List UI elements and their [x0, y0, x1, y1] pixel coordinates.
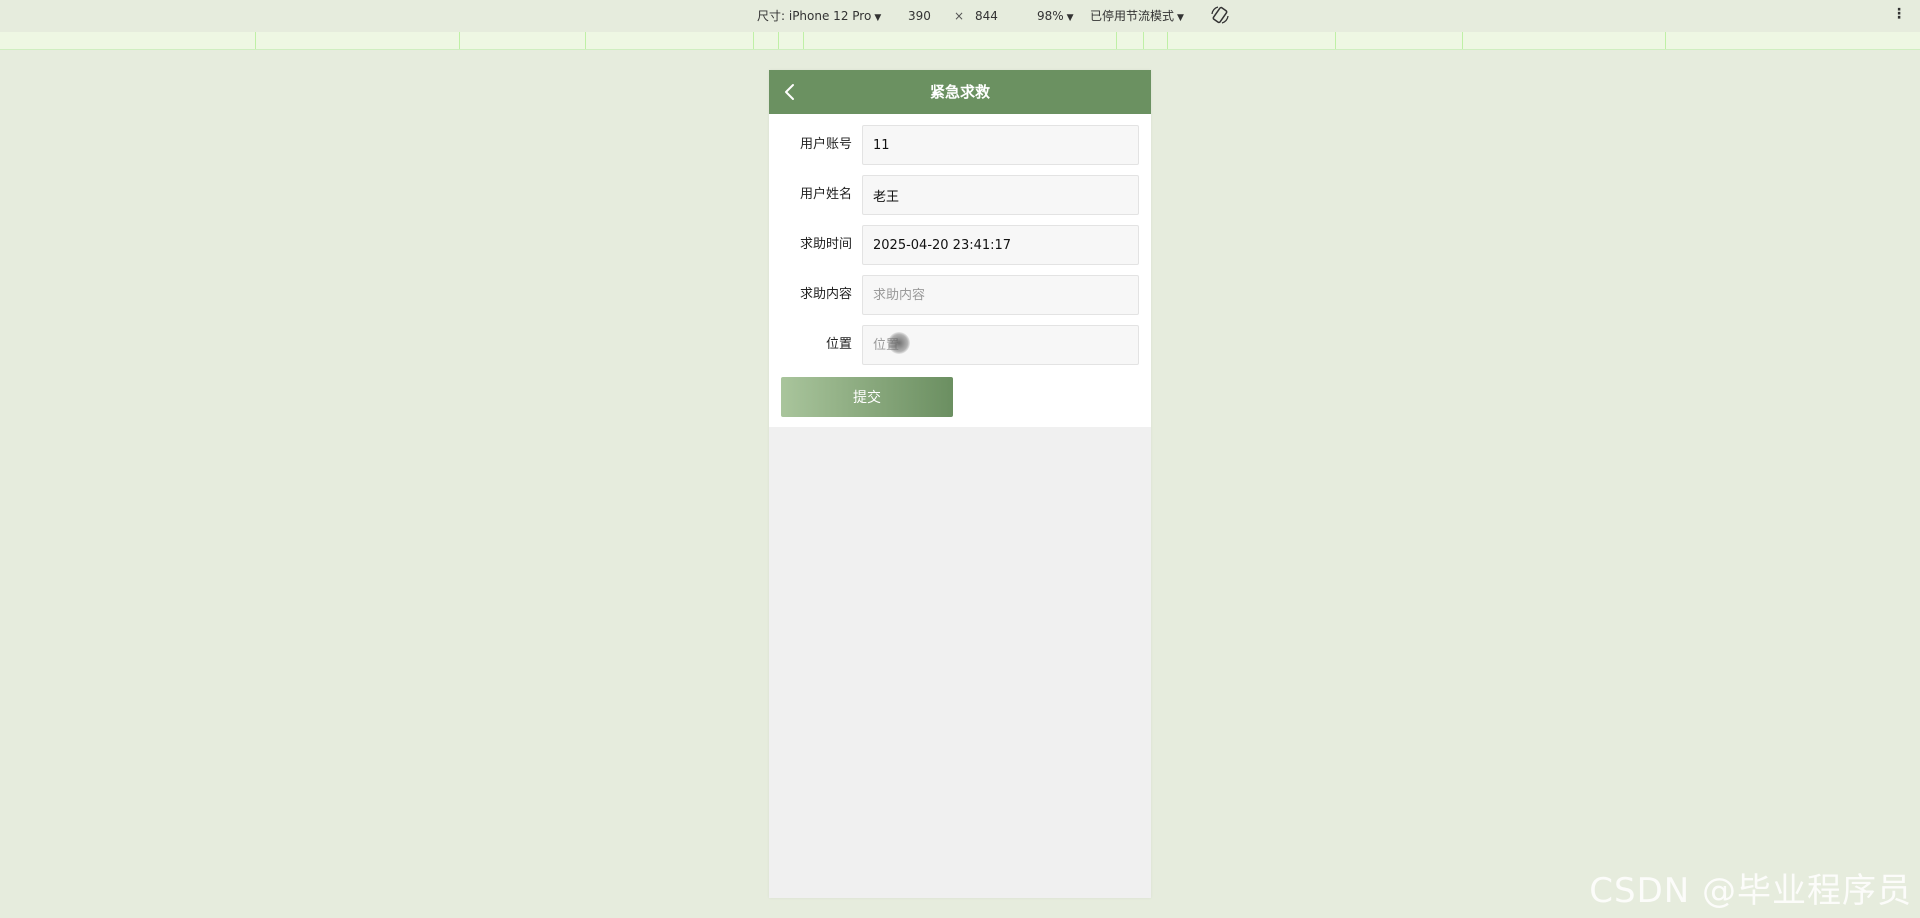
media-query-marker[interactable]: [585, 32, 586, 49]
zoom-label: 98%: [1037, 9, 1064, 23]
media-query-marker[interactable]: [459, 32, 460, 49]
name-input[interactable]: [862, 175, 1139, 215]
media-query-marker[interactable]: [1143, 32, 1144, 49]
device-caret-icon: ▼: [874, 13, 882, 23]
media-query-marker[interactable]: [778, 32, 779, 49]
zoom-select[interactable]: 98% ▼: [1037, 8, 1074, 26]
zoom-caret-icon: ▼: [1066, 13, 1074, 23]
rotate-icon[interactable]: [1210, 5, 1230, 25]
form-row-account: 用户账号: [769, 125, 1151, 165]
content-label: 求助内容: [799, 287, 852, 302]
rescue-form: 用户账号 用户姓名 求助时间 求助内容 位置 提交: [769, 114, 1151, 427]
throttle-label: 已停用节流模式: [1090, 9, 1175, 23]
width-input[interactable]: 390: [908, 8, 931, 24]
media-query-marker[interactable]: [803, 32, 804, 49]
more-options-icon[interactable]: ⋮: [1892, 6, 1906, 22]
form-row-name: 用户姓名: [769, 175, 1151, 215]
time-input[interactable]: [862, 225, 1139, 265]
account-label: 用户账号: [799, 137, 852, 152]
throttle-select[interactable]: 已停用节流模式 ▼: [1090, 8, 1184, 26]
media-query-marker[interactable]: [1665, 32, 1666, 49]
media-query-marker[interactable]: [255, 32, 256, 49]
time-label: 求助时间: [799, 237, 852, 252]
media-query-marker[interactable]: [753, 32, 754, 49]
account-input[interactable]: [862, 125, 1139, 165]
media-query-marker[interactable]: [1167, 32, 1168, 49]
content-input[interactable]: [862, 275, 1139, 315]
media-query-marker[interactable]: [1462, 32, 1463, 49]
height-input[interactable]: 844: [975, 8, 998, 24]
media-query-marker[interactable]: [1116, 32, 1117, 49]
location-input[interactable]: [862, 325, 1139, 365]
watermark: CSDN @毕业程序员: [1589, 871, 1912, 911]
name-label: 用户姓名: [799, 187, 852, 202]
submit-button[interactable]: 提交: [781, 377, 953, 417]
page-title: 紧急求救: [929, 83, 990, 101]
devtools-toolbar: 尺寸: iPhone 12 Pro ▼ 390 × 844 98% ▼ 已停用节流模…: [0, 0, 1920, 33]
device-label: 尺寸: iPhone 12 Pro: [757, 9, 872, 23]
app-header: 紧急求救: [769, 70, 1151, 114]
phone-viewport: 紧急求救 用户账号 用户姓名 求助时间 求助内容 位置 提交: [769, 70, 1151, 898]
dimension-separator: ×: [954, 9, 965, 23]
device-select[interactable]: 尺寸: iPhone 12 Pro ▼: [757, 8, 881, 26]
throttle-caret-icon: ▼: [1177, 13, 1184, 23]
location-label: 位置: [825, 337, 852, 352]
form-row-time: 求助时间: [769, 225, 1151, 265]
form-row-location: 位置: [769, 325, 1151, 365]
media-query-marker[interactable]: [1335, 32, 1336, 49]
form-row-content: 求助内容: [769, 275, 1151, 315]
media-query-bar: [0, 32, 1920, 50]
